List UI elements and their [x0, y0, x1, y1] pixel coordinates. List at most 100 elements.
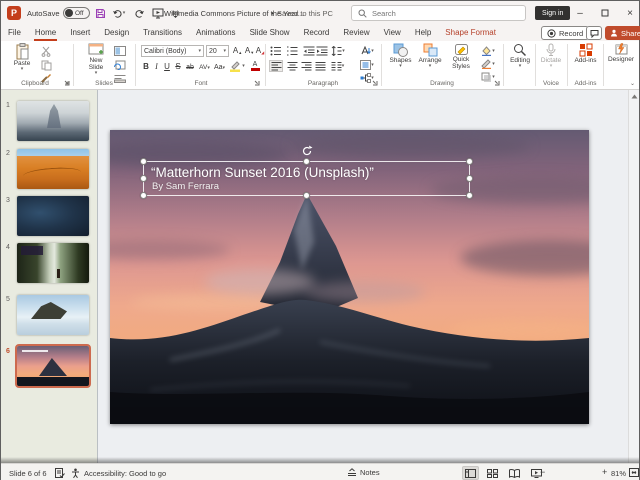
- shrink-font-button[interactable]: A ▼: [244, 44, 255, 56]
- collapse-ribbon-chevron-icon[interactable]: ⌄: [630, 80, 635, 87]
- slide-editing-area[interactable]: “Matterhorn Sunset 2016 (Unsplash)” By S…: [99, 90, 628, 463]
- drawing-dialog-launcher[interactable]: [493, 79, 501, 87]
- underline-button[interactable]: U: [162, 60, 172, 72]
- paragraph-dialog-launcher[interactable]: [371, 79, 379, 87]
- slide-thumbnail-2[interactable]: [17, 149, 89, 189]
- resize-handle-n[interactable]: [302, 158, 310, 165]
- align-text-button[interactable]: ▾: [357, 59, 377, 71]
- reset-slide-button[interactable]: [113, 59, 127, 71]
- slide-thumbnail-4[interactable]: [17, 243, 89, 283]
- minimize-button[interactable]: –: [571, 4, 589, 22]
- align-left-button[interactable]: [269, 60, 283, 72]
- tab-file[interactable]: File: [1, 25, 28, 41]
- justify-button[interactable]: [313, 60, 327, 72]
- vertical-scrollbar[interactable]: [628, 90, 639, 463]
- shape-fill-button[interactable]: ▾: [479, 45, 497, 57]
- accessibility-checker-button[interactable]: [71, 468, 80, 478]
- search-input[interactable]: [372, 8, 519, 18]
- tab-help[interactable]: Help: [408, 25, 438, 41]
- tab-slide-show[interactable]: Slide Show: [243, 25, 297, 41]
- tab-view[interactable]: View: [377, 25, 408, 41]
- tab-animations[interactable]: Animations: [189, 25, 243, 41]
- decrease-indent-button[interactable]: [302, 45, 316, 57]
- cut-button[interactable]: [39, 45, 53, 57]
- accessibility-status[interactable]: Accessibility: Good to go: [84, 469, 166, 478]
- rotate-handle[interactable]: [301, 145, 313, 157]
- slide-thumbnail-1[interactable]: [17, 101, 89, 141]
- tab-home[interactable]: Home: [28, 25, 63, 41]
- sign-in-button[interactable]: Sign in: [535, 6, 571, 20]
- slide-layout-button[interactable]: [113, 45, 127, 57]
- resize-handle-e[interactable]: [466, 174, 473, 182]
- slide-thumbnail-5[interactable]: [17, 295, 89, 335]
- tab-transitions[interactable]: Transitions: [136, 25, 189, 41]
- strikethrough-button[interactable]: S: [173, 60, 183, 72]
- tab-shape-format[interactable]: Shape Format: [438, 25, 503, 41]
- slide-title-text[interactable]: “Matterhorn Sunset 2016 (Unsplash)”: [151, 165, 374, 180]
- font-color-button[interactable]: A: [247, 60, 263, 72]
- autosave-toggle[interactable]: Off: [63, 7, 90, 19]
- redo-button[interactable]: [132, 6, 147, 20]
- fit-to-window-button[interactable]: [629, 468, 639, 477]
- maximize-button[interactable]: [596, 4, 614, 22]
- resize-handle-s[interactable]: [302, 192, 310, 199]
- bold-button[interactable]: B: [141, 60, 151, 72]
- font-size-combo[interactable]: 20 ▾: [206, 45, 229, 57]
- zoom-level[interactable]: 81%: [611, 469, 626, 478]
- slide-canvas[interactable]: “Matterhorn Sunset 2016 (Unsplash)” By S…: [110, 130, 589, 424]
- powerpoint-logo-icon[interactable]: P: [7, 6, 21, 20]
- zoom-in-button[interactable]: +: [602, 467, 607, 477]
- selected-text-box[interactable]: “Matterhorn Sunset 2016 (Unsplash)” By S…: [140, 145, 473, 199]
- tab-insert[interactable]: Insert: [63, 25, 97, 41]
- tab-record[interactable]: Record: [297, 25, 337, 41]
- shapes-button[interactable]: Shapes ▾: [387, 43, 414, 87]
- change-case-button[interactable]: Aa ▾: [213, 60, 226, 72]
- close-button[interactable]: ×: [621, 4, 639, 22]
- zoom-out-button[interactable]: −: [540, 467, 545, 477]
- slide-thumbnail-6-selected[interactable]: [15, 344, 91, 388]
- copy-button[interactable]: [39, 59, 53, 71]
- share-button[interactable]: Share ▾: [605, 26, 640, 40]
- resize-handle-se[interactable]: [466, 192, 473, 199]
- align-center-button[interactable]: [285, 60, 299, 72]
- notes-button[interactable]: Notes: [347, 468, 380, 477]
- editing-button[interactable]: Editing ▾: [507, 43, 533, 87]
- tab-design[interactable]: Design: [97, 25, 136, 41]
- slide-indicator[interactable]: Slide 6 of 6: [9, 469, 47, 478]
- bullets-button[interactable]: [269, 45, 283, 57]
- undo-button[interactable]: ▾: [111, 6, 126, 20]
- slide-sorter-view-button[interactable]: [484, 466, 501, 480]
- character-spacing-button[interactable]: AV ▾: [198, 60, 211, 72]
- font-name-combo[interactable]: Calibri (Body) ▾: [141, 45, 204, 57]
- increase-indent-button[interactable]: [315, 45, 329, 57]
- font-dialog-launcher[interactable]: [253, 79, 261, 87]
- tab-review[interactable]: Review: [336, 25, 376, 41]
- italic-button[interactable]: I: [152, 60, 161, 72]
- resize-handle-ne[interactable]: [466, 158, 473, 165]
- search-box[interactable]: [351, 5, 526, 21]
- clipboard-dialog-launcher[interactable]: [63, 79, 71, 87]
- text-shadow-button[interactable]: ab: [184, 60, 196, 72]
- line-spacing-button[interactable]: ▾: [329, 45, 346, 57]
- record-button[interactable]: Record: [541, 26, 590, 40]
- comments-button[interactable]: [586, 26, 602, 40]
- start-slideshow-button[interactable]: [150, 6, 165, 20]
- resize-handle-sw[interactable]: [140, 192, 147, 199]
- align-right-button[interactable]: [299, 60, 313, 72]
- save-button[interactable]: [93, 6, 108, 20]
- reading-view-button[interactable]: [506, 466, 523, 480]
- slide-thumbnail-3[interactable]: [17, 196, 89, 236]
- numbering-button[interactable]: [285, 45, 299, 57]
- text-highlight-button[interactable]: ▾: [229, 60, 245, 72]
- scroll-up-arrow-icon[interactable]: [631, 94, 638, 99]
- shape-outline-button[interactable]: ▾: [479, 58, 497, 70]
- resize-handle-nw[interactable]: [140, 158, 147, 165]
- normal-view-button[interactable]: [462, 466, 479, 480]
- resize-handle-w[interactable]: [140, 174, 147, 182]
- text-direction-button[interactable]: ▾: [357, 45, 377, 57]
- saved-status[interactable]: Saved to this PC: [277, 9, 333, 18]
- slide-byline-text[interactable]: By Sam Ferrara: [152, 181, 219, 192]
- grow-font-button[interactable]: A ▲: [232, 44, 243, 56]
- columns-button[interactable]: ▾: [329, 60, 346, 72]
- clear-formatting-button[interactable]: A ◢: [255, 44, 265, 56]
